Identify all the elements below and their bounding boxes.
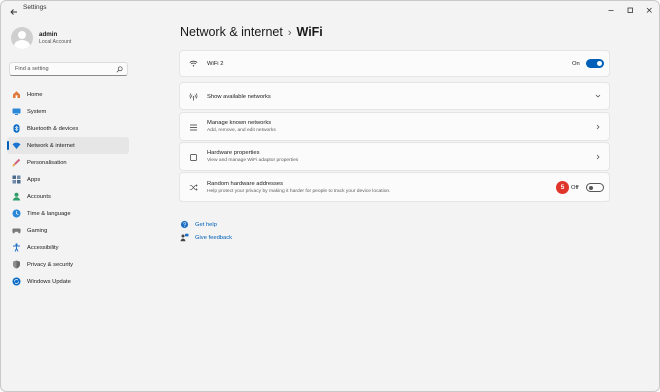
- sidebar-item-windows-update[interactable]: Windows Update: [7, 273, 129, 290]
- sidebar-item-privacy-security[interactable]: Privacy & security: [7, 256, 129, 273]
- back-arrow-icon[interactable]: [9, 4, 19, 15]
- system-icon: [12, 107, 21, 116]
- sidebar-item-label: Apps: [27, 176, 41, 183]
- antenna-icon: [189, 92, 198, 101]
- list-icon: [189, 123, 198, 132]
- feedback-icon: [180, 233, 189, 242]
- time-language-icon: [12, 209, 21, 218]
- profile-account-type: Local Account: [39, 39, 72, 45]
- breadcrumb: Network & internet › WiFi: [180, 25, 323, 39]
- page-title: WiFi: [296, 25, 323, 39]
- sidebar-item-time-language[interactable]: Time & language: [7, 205, 129, 222]
- sidebar-item-label: Windows Update: [27, 278, 71, 285]
- sidebar-item-label: Bluetooth & devices: [27, 125, 79, 132]
- sidebar-item-label: Personalisation: [27, 159, 67, 166]
- apps-icon: [12, 175, 21, 184]
- search-icon[interactable]: [116, 66, 123, 73]
- chip-icon: [189, 153, 198, 162]
- random-hardware-addresses-label: Random hardware addresses: [207, 181, 284, 187]
- profile-name: admin: [39, 31, 58, 38]
- sidebar-item-network[interactable]: Network & internet: [7, 137, 129, 154]
- sidebar-item-gaming[interactable]: Gaming: [7, 222, 129, 239]
- settings-window: Settings admin Local Account Find a sett…: [0, 0, 660, 392]
- search-placeholder: Find a setting: [15, 66, 49, 72]
- wifi-toggle-label: On: [572, 61, 580, 67]
- sidebar-item-label: Network & internet: [27, 142, 75, 149]
- sidebar-item-label: Time & language: [27, 210, 71, 217]
- sidebar-item-label: Gaming: [27, 227, 48, 234]
- network-icon: [12, 141, 21, 150]
- sidebar-item-personalisation[interactable]: Personalisation: [7, 154, 129, 171]
- sidebar-item-accessibility[interactable]: Accessibility: [7, 239, 129, 256]
- show-available-networks-label: Show available networks: [207, 94, 271, 100]
- manage-known-networks-description: Add, remove, and edit networks: [207, 128, 276, 133]
- wifi-toggle[interactable]: [586, 59, 604, 68]
- chevron-right-icon[interactable]: [595, 124, 601, 130]
- wifi-adapter-name: WiFi 2: [207, 61, 224, 67]
- personalisation-icon: [12, 158, 21, 167]
- sidebar-item-apps[interactable]: Apps: [7, 171, 129, 188]
- chevron-down-icon[interactable]: [595, 93, 601, 99]
- sidebar-item-label: Accounts: [27, 193, 51, 200]
- search-input[interactable]: Find a setting: [9, 62, 128, 76]
- sidebar-nav: Home System Bluetooth & devices Network …: [7, 86, 129, 290]
- bluetooth-icon: [12, 124, 21, 133]
- sidebar-item-label: Privacy & security: [27, 261, 74, 268]
- close-button[interactable]: [643, 3, 655, 14]
- breadcrumb-separator: ›: [287, 27, 292, 39]
- give-feedback-label: Give feedback: [195, 234, 233, 241]
- window-title: Settings: [23, 4, 47, 11]
- show-available-networks-card[interactable]: Show available networks: [179, 82, 610, 110]
- hardware-properties-card[interactable]: Hardware properties View and manage WiFi…: [179, 142, 610, 171]
- shuffle-icon: [189, 183, 198, 192]
- manage-known-networks-label: Manage known networks: [207, 120, 272, 126]
- get-help-link[interactable]: Get help: [180, 220, 217, 229]
- maximize-button[interactable]: [624, 3, 636, 14]
- title-bar: Settings: [1, 1, 659, 17]
- hardware-properties-description: View and manage WiFi adaptor properties: [207, 158, 299, 163]
- sidebar-item-label: System: [27, 108, 47, 115]
- minimize-button[interactable]: [605, 3, 617, 14]
- manage-known-networks-card[interactable]: Manage known networks Add, remove, and e…: [179, 112, 610, 141]
- sidebar-item-home[interactable]: Home: [7, 86, 129, 103]
- get-help-label: Get help: [195, 221, 217, 228]
- sidebar-item-accounts[interactable]: Accounts: [7, 188, 129, 205]
- windows-update-icon: [12, 277, 21, 286]
- random-hardware-addresses-description: Help protect your privacy by making it h…: [207, 189, 391, 194]
- wifi-icon: [189, 59, 198, 68]
- avatar: [11, 27, 33, 49]
- sidebar-item-system[interactable]: System: [7, 103, 129, 120]
- accounts-icon: [12, 192, 21, 201]
- step-badge: 5: [556, 181, 569, 194]
- give-feedback-link[interactable]: Give feedback: [180, 233, 232, 242]
- gaming-icon: [12, 226, 21, 235]
- chevron-right-icon[interactable]: [595, 154, 601, 160]
- sidebar-item-label: Accessibility: [27, 244, 59, 251]
- random-toggle-label: Off: [571, 185, 579, 191]
- accessibility-icon: [12, 243, 21, 252]
- user-profile[interactable]: admin Local Account: [11, 27, 71, 49]
- wifi-card: WiFi 2 On: [179, 50, 610, 77]
- hardware-properties-label: Hardware properties: [207, 150, 260, 156]
- breadcrumb-parent[interactable]: Network & internet: [180, 25, 283, 39]
- sidebar-item-label: Home: [27, 91, 43, 98]
- random-hardware-addresses-card: Random hardware addresses Help protect y…: [179, 172, 610, 202]
- privacy-icon: [12, 260, 21, 269]
- sidebar-item-bluetooth[interactable]: Bluetooth & devices: [7, 120, 129, 137]
- random-hardware-addresses-toggle[interactable]: [586, 183, 604, 192]
- home-icon: [12, 90, 21, 99]
- help-icon: [180, 220, 189, 229]
